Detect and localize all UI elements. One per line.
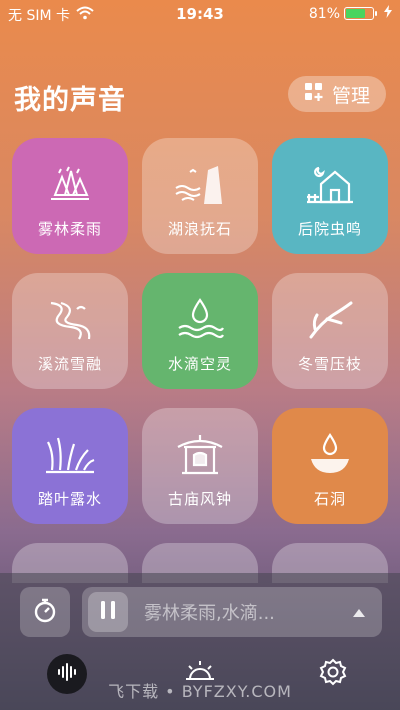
sound-label: 水滴空灵 <box>167 355 232 373</box>
sound-tile-snow-branch[interactable]: 冬雪压枝 <box>272 273 388 389</box>
now-playing-text: 雾林柔雨,水滴... <box>144 603 275 624</box>
sound-tile-misty-forest[interactable]: 雾林柔雨 <box>12 138 128 254</box>
cave-drop-icon <box>304 432 356 478</box>
leaves-dew-icon <box>44 432 96 478</box>
timer-button[interactable] <box>20 587 70 637</box>
sound-tile-cave[interactable]: 石洞 <box>272 408 388 524</box>
sound-label: 溪流雪融 <box>37 355 102 373</box>
stream-icon <box>44 297 96 343</box>
backyard-house-icon <box>304 162 356 208</box>
watermark-text: 飞下载 • BYFZXY.COM <box>108 682 292 701</box>
sound-tile-lake-wave[interactable]: 湖浪抚石 <box>142 138 258 254</box>
chevron-up-icon[interactable] <box>352 603 366 622</box>
grid-plus-icon <box>304 82 324 107</box>
misty-forest-icon <box>44 162 96 208</box>
status-bar: 无 SIM 卡 19:43 81% <box>0 0 400 28</box>
battery-percent: 81% <box>308 5 340 22</box>
page-title: 我的声音 <box>14 85 126 116</box>
sound-tile-water-drop[interactable]: 水滴空灵 <box>142 273 258 389</box>
sound-label: 湖浪抚石 <box>167 220 232 238</box>
sound-tile-temple-bell[interactable]: 古庙风钟 <box>142 408 258 524</box>
water-drop-icon <box>174 297 226 343</box>
temple-bell-icon <box>174 432 226 478</box>
pause-icon <box>100 600 116 624</box>
sound-label: 雾林柔雨 <box>37 220 102 238</box>
sound-label: 古庙风钟 <box>167 490 232 508</box>
sound-tile-backyard[interactable]: 后院虫鸣 <box>272 138 388 254</box>
sound-label: 踏叶露水 <box>37 490 102 508</box>
timer-icon <box>32 597 58 627</box>
sound-label: 冬雪压枝 <box>297 355 362 373</box>
lake-wave-icon <box>174 162 226 208</box>
battery-icon <box>344 7 377 20</box>
charging-icon <box>384 5 392 22</box>
manage-label: 管理 <box>331 84 370 107</box>
manage-button[interactable]: 管理 <box>288 76 386 112</box>
sound-tile-leaves-dew[interactable]: 踏叶露水 <box>12 408 128 524</box>
sound-label: 石洞 <box>313 490 346 508</box>
sound-label: 后院虫鸣 <box>297 220 362 238</box>
branch-icon <box>304 297 356 343</box>
now-playing-bar[interactable]: 雾林柔雨,水滴... <box>82 587 382 637</box>
sound-tile-stream[interactable]: 溪流雪融 <box>12 273 128 389</box>
pause-button[interactable] <box>88 592 128 632</box>
